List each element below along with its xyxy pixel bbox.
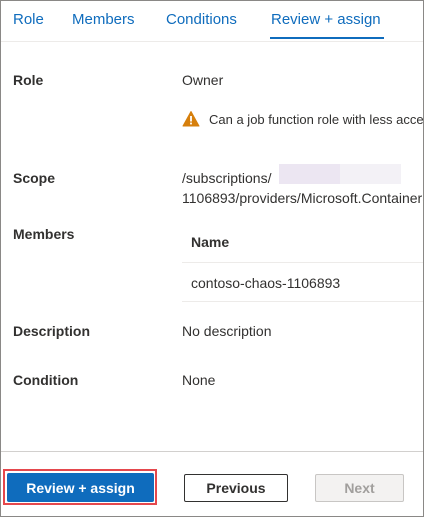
active-tab-indicator — [270, 37, 384, 39]
tab-bar: Role Members Conditions Review + assign — [1, 1, 423, 42]
tab-review-assign[interactable]: Review + assign — [271, 11, 381, 28]
tab-conditions[interactable]: Conditions — [166, 11, 237, 28]
role-label: Role — [13, 72, 44, 88]
review-assign-panel: Role Members Conditions Review + assign … — [0, 0, 424, 517]
condition-label: Condition — [13, 372, 79, 388]
warning-icon — [182, 111, 200, 127]
next-button: Next — [315, 474, 404, 502]
condition-value: None — [182, 372, 216, 388]
scope-value-line1: /subscriptions/ — [182, 170, 272, 186]
scope-value-line2: 1106893/providers/Microsoft.ContainerSer… — [182, 190, 423, 206]
description-label: Description — [13, 323, 91, 339]
review-assign-button[interactable]: Review + assign — [7, 473, 154, 502]
role-value: Owner — [182, 72, 224, 88]
redacted-subscription-id-fade — [340, 164, 401, 184]
description-value: No description — [182, 323, 272, 339]
scope-label: Scope — [13, 170, 56, 186]
previous-button[interactable]: Previous — [184, 474, 288, 502]
role-warning-text: Can a job function role with less access… — [209, 112, 424, 127]
table-row: contoso-chaos-1106893 — [182, 263, 423, 302]
member-name: contoso-chaos-1106893 — [191, 275, 341, 291]
members-label: Members — [13, 226, 75, 242]
tab-members[interactable]: Members — [72, 11, 135, 28]
members-column-name: Name — [191, 234, 230, 250]
members-table-header: Name — [182, 222, 423, 263]
tab-role[interactable]: Role — [13, 11, 44, 28]
